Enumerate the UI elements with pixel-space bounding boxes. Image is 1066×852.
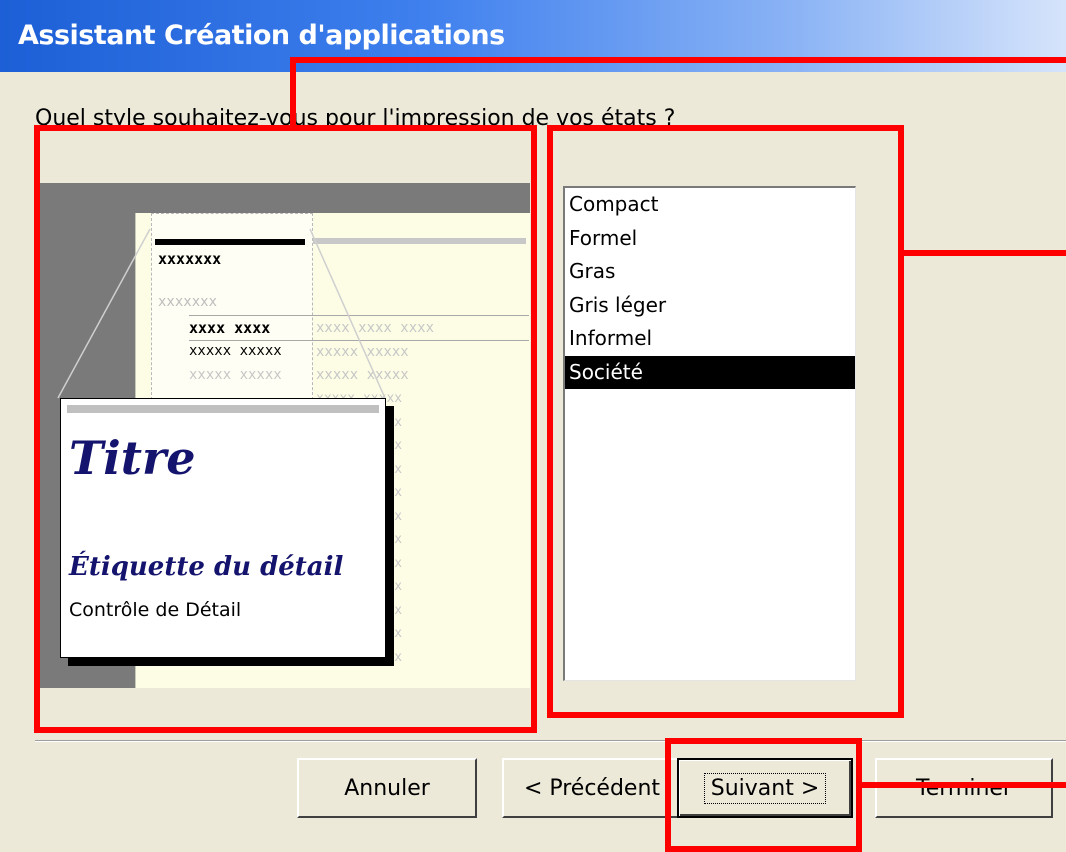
preview-zoom-card: Titre Étiquette du détail Contrôle de Dé… xyxy=(60,398,386,658)
card-title: Titre xyxy=(69,431,196,485)
style-option[interactable]: Formel xyxy=(565,222,855,256)
finish-button[interactable]: Terminer xyxy=(875,758,1053,818)
annotation-line-mid xyxy=(904,250,1066,256)
previous-button-label: < Précédent xyxy=(523,775,661,801)
style-option[interactable]: Informel xyxy=(565,322,855,356)
window-title: Assistant Création d'applications xyxy=(18,20,505,51)
previous-button[interactable]: < Précédent xyxy=(502,758,682,818)
cancel-button-label: Annuler xyxy=(344,775,430,801)
finish-button-label: Terminer xyxy=(916,775,1012,801)
card-detail-control: Contrôle de Détail xyxy=(69,599,242,621)
next-button-label: Suivant > xyxy=(703,772,827,804)
style-option[interactable]: Compact xyxy=(565,188,855,222)
style-option[interactable]: Gras xyxy=(565,255,855,289)
next-button[interactable]: Suivant > xyxy=(677,758,853,818)
question-label: Quel style souhaitez-vous pour l'impress… xyxy=(35,106,676,131)
style-option[interactable]: Gris léger xyxy=(565,289,855,323)
card-detail-label: Étiquette du détail xyxy=(69,552,344,582)
cancel-button[interactable]: Annuler xyxy=(297,758,477,818)
style-listbox[interactable]: Compact Formel Gras Gris léger Informel Socié… xyxy=(563,186,856,681)
card-header-rule xyxy=(67,405,379,413)
footer-separator xyxy=(35,740,1066,742)
style-option[interactable]: Société xyxy=(565,355,855,389)
title-bar: Assistant Création d'applications xyxy=(0,0,1066,72)
